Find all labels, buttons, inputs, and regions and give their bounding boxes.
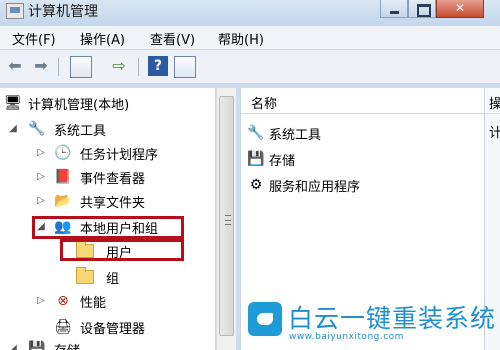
expand-icon[interactable]: ▷: [36, 294, 46, 308]
expand-icon[interactable]: ▷: [36, 194, 46, 208]
column-header-name[interactable]: 名称: [241, 88, 485, 114]
performance-icon: ⊗: [57, 293, 69, 309]
computer-management-icon: 🖥: [4, 95, 22, 111]
list-item[interactable]: 🔧 系统工具: [247, 122, 477, 144]
list-item-label: 服务和应用程序: [269, 180, 361, 195]
expand-icon[interactable]: ▷: [36, 146, 46, 160]
computer-management-icon: [6, 3, 24, 19]
tree-item-performance[interactable]: ▷ ⊗ 性能: [6, 290, 206, 312]
tree-item-shared-folders[interactable]: ▷ 📂 共享文件夹: [6, 190, 206, 212]
title-bar: 计算机管理 ✕: [0, 0, 500, 26]
toolbar-separator: [58, 58, 59, 76]
forward-arrow-icon[interactable]: ➡: [32, 57, 50, 75]
tree-item-label: 系统工具: [54, 124, 107, 139]
menu-file[interactable]: 文件(F): [12, 29, 56, 48]
tree-item-label: 事件查看器: [80, 172, 146, 187]
clock-icon: 🕒: [54, 145, 72, 161]
tree-item-system-tools[interactable]: ◢ 🔧 系统工具: [6, 118, 206, 140]
menu-help[interactable]: 帮助(H): [218, 29, 264, 48]
tree-item-label: 存储: [54, 340, 80, 350]
device-manager-icon: 🖨: [54, 319, 72, 335]
list-item[interactable]: 💾 存储: [247, 148, 477, 170]
bird-logo-icon: [248, 302, 282, 336]
tree-root-label: 计算机管理(本地): [28, 98, 130, 113]
tree-item-label: 共享文件夹: [80, 196, 146, 211]
scrollbar-thumb[interactable]: [219, 96, 234, 336]
event-viewer-icon: 📕: [54, 169, 72, 185]
services-icon: ⚙: [249, 177, 263, 193]
minimize-button[interactable]: [380, 0, 408, 18]
watermark-title: 白云一键重装系统: [288, 304, 497, 333]
tree-item-label: 任务计划程序: [80, 148, 159, 163]
console-tree: 🖥 计算机管理(本地) ◢ 🔧 系统工具 ▷ 🕒 任务计划程序 ▷ 📕 事件查看…: [0, 88, 216, 350]
folder-icon: [76, 267, 94, 288]
list-item-label: 存储: [269, 154, 296, 169]
tools-icon: 🔧: [28, 121, 46, 137]
tree-item-device-manager[interactable]: 🖨 设备管理器: [6, 316, 206, 338]
maximize-button[interactable]: [408, 0, 436, 18]
column-header-label: 名称: [251, 97, 278, 112]
tree-item-groups[interactable]: 组: [6, 266, 206, 288]
tree-item-label: 性能: [80, 296, 107, 311]
collapse-icon[interactable]: ◢: [8, 342, 18, 350]
tree-item-storage[interactable]: ◢ 💾 存储: [6, 338, 206, 350]
menu-view[interactable]: 查看(V): [150, 29, 195, 48]
list-item[interactable]: ⚙ 服务和应用程序: [247, 174, 477, 196]
show-hide-tree-icon[interactable]: [70, 56, 92, 78]
storage-icon: 💾: [247, 151, 265, 167]
collapse-icon[interactable]: ◢: [8, 122, 18, 136]
watermark-url: www.baiyunxitong.com: [289, 332, 404, 342]
highlight-box-local-users-groups: [32, 216, 184, 239]
menu-action[interactable]: 操作(A): [80, 29, 125, 48]
export-list-icon[interactable]: ⇨: [110, 57, 128, 75]
shared-folder-icon: 📂: [54, 193, 72, 209]
tree-scrollbar[interactable]: [216, 88, 236, 350]
close-button[interactable]: ✕: [436, 0, 484, 18]
tree-item-event-viewer[interactable]: ▷ 📕 事件查看器: [6, 166, 206, 188]
actions-item[interactable]: 计: [489, 122, 500, 141]
window-title: 计算机管理: [28, 4, 98, 20]
toolbar: ⬅ ➡ ⇨ ?: [0, 50, 500, 84]
tree-item-label: 设备管理器: [80, 322, 146, 337]
tree-item-label: 组: [106, 272, 120, 287]
highlight-box-users: [60, 239, 184, 261]
menu-bar: 文件(F) 操作(A) 查看(V) 帮助(H): [0, 26, 500, 50]
storage-icon: 💾: [28, 341, 46, 350]
toolbar-separator: [138, 58, 139, 76]
expand-icon[interactable]: ▷: [36, 170, 46, 184]
scrollbar-grip-icon: [225, 215, 231, 225]
actions-header[interactable]: 操: [485, 88, 500, 114]
watermark: 白云一键重装系统 www.baiyunxitong.com: [240, 294, 500, 350]
help-icon[interactable]: ?: [148, 56, 168, 76]
show-hide-action-pane-icon[interactable]: [174, 56, 196, 78]
tree-item-task-scheduler[interactable]: ▷ 🕒 任务计划程序: [6, 142, 206, 164]
tree-root[interactable]: 🖥 计算机管理(本地): [4, 92, 204, 114]
tools-icon: 🔧: [247, 125, 265, 141]
back-arrow-icon[interactable]: ⬅: [6, 57, 24, 75]
list-item-label: 系统工具: [269, 128, 322, 143]
